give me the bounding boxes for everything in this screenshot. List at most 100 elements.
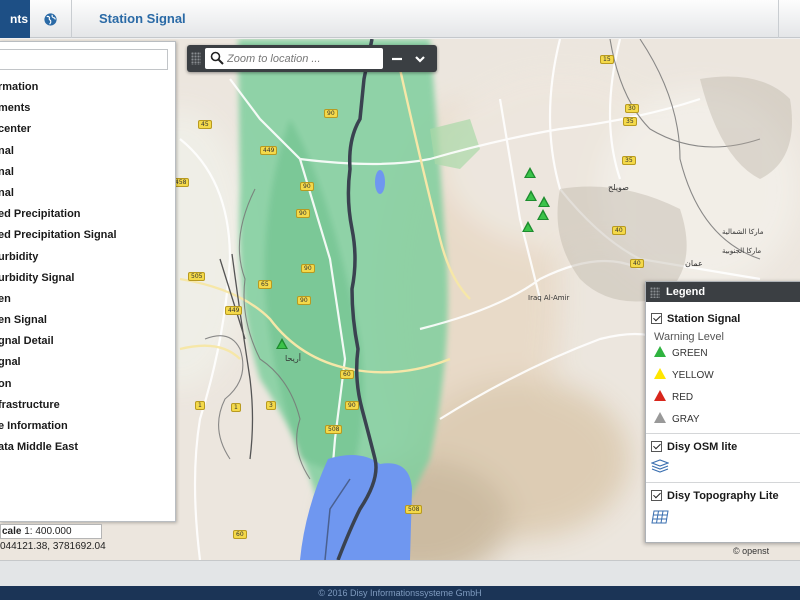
- search-icon: [210, 51, 224, 65]
- layer-item[interactable]: e Information: [0, 416, 175, 437]
- station-marker-green[interactable]: [525, 190, 537, 201]
- legend-group-subtitle: Warning Level: [654, 331, 724, 343]
- divider: [646, 482, 800, 483]
- road-shield: 15: [600, 55, 614, 64]
- road-shield: 1: [195, 401, 205, 410]
- layer-item[interactable]: nal: [0, 141, 175, 162]
- layer-item[interactable]: frastructure: [0, 395, 175, 416]
- layer-item[interactable]: rmation: [0, 77, 175, 98]
- top-bar: nts Station Signal: [0, 0, 800, 38]
- bottom-bar: [0, 560, 800, 586]
- station-signal-checkbox[interactable]: [651, 313, 662, 324]
- legend-group-title: Disy OSM lite: [667, 441, 738, 453]
- tab-documents[interactable]: nts: [0, 0, 30, 38]
- layer-filter-input[interactable]: [0, 49, 168, 70]
- search-field: [205, 48, 383, 69]
- layer-item-label: nal: [0, 186, 14, 199]
- road-shield: 40: [630, 259, 644, 268]
- layer-item[interactable]: gnal Detail: [0, 331, 175, 352]
- map-label-marka-south: ماركا الجنوبية: [722, 247, 761, 255]
- road-shield: 90: [300, 182, 314, 191]
- map-label-jericho: أريحا: [285, 353, 301, 363]
- road-shield: 40: [612, 226, 626, 235]
- layer-item[interactable]: urbidity Signal: [0, 268, 175, 289]
- legend-item-green: GREEN: [672, 348, 708, 359]
- map-label-suwaylih: صويلح: [608, 183, 629, 192]
- legend-item-red: RED: [672, 392, 694, 403]
- road-shield: 90: [301, 264, 315, 273]
- layer-item[interactable]: ed Precipitation Signal: [0, 225, 175, 246]
- triangle-red-icon: [654, 390, 666, 401]
- layer-item[interactable]: nal: [0, 183, 175, 204]
- scale-label: cale: [2, 526, 22, 537]
- globe-icon: [44, 12, 57, 26]
- road-shield: 35: [623, 117, 637, 126]
- road-shield: 60: [233, 530, 247, 539]
- minus-icon: [392, 57, 402, 60]
- toolbar-divider: [778, 0, 779, 38]
- road-shield: 60: [340, 370, 354, 379]
- topography-lite-checkbox[interactable]: [651, 490, 662, 501]
- coordinates-readout: 044121.38, 3781692.04: [0, 541, 106, 552]
- layer-item-label: rmation: [0, 81, 39, 93]
- layer-item[interactable]: en: [0, 289, 175, 310]
- layer-item[interactable]: urbidity: [0, 247, 175, 268]
- map-attribution[interactable]: © openst: [733, 546, 769, 556]
- layer-item-label: urbidity Signal: [0, 271, 75, 284]
- road-shield: 45: [198, 120, 212, 129]
- station-marker-green[interactable]: [522, 221, 534, 232]
- zoom-out-button[interactable]: [386, 48, 408, 69]
- scale-control[interactable]: cale 1: 400.000: [0, 524, 102, 539]
- layer-item[interactable]: center: [0, 119, 175, 140]
- plus-icon: [369, 53, 379, 64]
- drag-handle[interactable]: [191, 52, 201, 65]
- road-shield: 3: [266, 401, 276, 410]
- legend-header[interactable]: Legend: [646, 282, 800, 302]
- station-marker-green[interactable]: [524, 167, 536, 178]
- road-shield: 35: [622, 156, 636, 165]
- layer-item-label: gnal: [0, 356, 21, 369]
- footer-copyright: © 2016 Disy Informationssysteme GmbH: [0, 586, 800, 600]
- layer-item-label: nal: [0, 165, 14, 178]
- layer-item-label: on: [0, 377, 12, 390]
- drag-handle[interactable]: [650, 287, 660, 298]
- layer-item-label: gnal Detail: [0, 335, 54, 348]
- road-shield: 508: [325, 425, 343, 434]
- zoom-to-location-input[interactable]: [227, 50, 377, 67]
- road-shield: 508: [405, 505, 423, 514]
- layers-icon: [651, 459, 669, 473]
- layer-item-label: ed Precipitation Signal: [0, 229, 117, 242]
- layer-item-label: ata Middle East: [0, 441, 79, 454]
- triangle-green-icon: [654, 346, 666, 357]
- map-label-iraq-al-amir: Iraq Al-Amir: [528, 294, 570, 302]
- road-shield: 90: [296, 209, 310, 218]
- layer-item[interactable]: ata Middle East: [0, 437, 175, 458]
- scale-value[interactable]: 1: 400.000: [24, 526, 71, 537]
- layer-item[interactable]: ments: [0, 98, 175, 119]
- layer-item-label: en Signal: [0, 314, 47, 327]
- road-shield: 1: [231, 403, 241, 412]
- layer-item[interactable]: ed Precipitation: [0, 204, 175, 225]
- zoom-in-button[interactable]: [363, 48, 385, 69]
- map-label-marka-north: ماركا الشمالية: [722, 228, 764, 236]
- layer-item[interactable]: gnal: [0, 352, 175, 373]
- station-marker-green[interactable]: [538, 196, 550, 207]
- more-options-button[interactable]: [409, 48, 431, 69]
- layer-item-label: en: [0, 292, 11, 305]
- triangle-gray-icon: [654, 412, 666, 423]
- layer-item-label: frastructure: [0, 398, 60, 411]
- osm-lite-checkbox[interactable]: [651, 441, 662, 452]
- tab-map[interactable]: [30, 0, 72, 38]
- layer-item[interactable]: en Signal: [0, 310, 175, 331]
- layer-item[interactable]: nal: [0, 162, 175, 183]
- layer-tree-panel: rmation ments center nal nal nal ed Precipitat…: [0, 41, 176, 522]
- layer-item[interactable]: on: [0, 374, 175, 395]
- legend-item-yellow: YELLOW: [672, 370, 714, 381]
- road-shield: 449: [260, 146, 278, 155]
- layer-item-label: urbidity: [0, 250, 39, 263]
- legend-group-title: Station Signal: [667, 313, 741, 325]
- station-marker-green[interactable]: [276, 338, 288, 349]
- road-shield: 90: [297, 296, 311, 305]
- road-shield: 90: [345, 401, 359, 410]
- station-marker-green[interactable]: [537, 209, 549, 220]
